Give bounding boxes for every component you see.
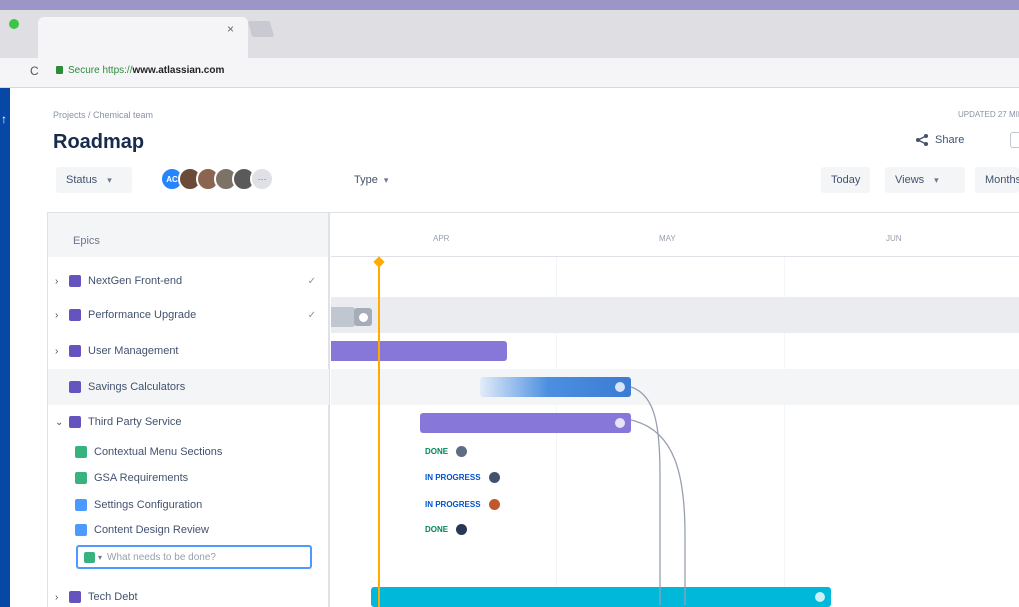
epic-label: User Management — [88, 345, 179, 357]
share-icon — [916, 134, 928, 146]
task-icon — [75, 524, 87, 536]
epic-icon — [69, 381, 81, 393]
chevron-right-icon[interactable]: › — [55, 310, 69, 321]
epic-row[interactable]: ⌄ Third Party Service — [48, 407, 329, 437]
story-icon — [75, 446, 87, 458]
epic-label: NextGen Front-end — [88, 275, 183, 287]
reload-icon[interactable]: C — [30, 64, 39, 78]
type-filter-label: Type — [354, 174, 378, 186]
type-filter[interactable]: Type ▾ — [344, 167, 398, 193]
issue-label: Settings Configuration — [94, 499, 203, 511]
epic-bar[interactable] — [331, 307, 355, 327]
status-filter[interactable]: Status ▾ — [56, 167, 132, 193]
epic-row[interactable]: › Tech Debt — [48, 582, 329, 607]
month-label: JUN — [886, 234, 902, 243]
epic-icon — [69, 309, 81, 321]
new-tab-button[interactable] — [247, 21, 275, 37]
months-label: Months — [985, 174, 1019, 186]
issue-label: Content Design Review — [94, 524, 209, 536]
views-dropdown[interactable]: Views ▾ — [885, 167, 965, 193]
bar-resize-handle[interactable] — [815, 592, 825, 602]
epic-icon — [69, 591, 81, 603]
chevron-down-icon: ▾ — [934, 174, 939, 185]
epic-row[interactable]: › User Management — [48, 336, 329, 366]
url-host: www.atlassian.com — [132, 65, 225, 76]
new-issue-input[interactable]: ▾ What needs to be done? — [76, 545, 312, 569]
issue-label: Contextual Menu Sections — [94, 446, 223, 458]
page-title: Roadmap — [53, 131, 145, 153]
status-badge: DONE — [425, 524, 468, 535]
issue-row[interactable]: Content Design Review — [48, 515, 329, 545]
issue-label: GSA Requirements — [94, 472, 189, 484]
chevron-right-icon[interactable]: › — [55, 592, 69, 603]
today-button[interactable]: Today — [821, 167, 871, 193]
check-icon: ✓ — [307, 275, 316, 287]
chevron-right-icon[interactable]: › — [55, 346, 69, 357]
chevron-down-icon[interactable]: ⌄ — [55, 417, 69, 428]
status-text: IN PROGRESS — [425, 500, 481, 509]
row-highlight — [331, 297, 1019, 333]
bar-resize-handle[interactable] — [354, 308, 372, 326]
month-label: APR — [433, 234, 450, 243]
status-text: DONE — [425, 525, 449, 534]
epic-icon — [69, 345, 81, 357]
epic-row[interactable]: Savings Calculators — [48, 372, 329, 402]
issue-row[interactable]: GSA Requirements — [48, 463, 329, 493]
status-badge: IN PROGRESS — [425, 472, 500, 483]
chevron-right-icon[interactable]: › — [55, 276, 69, 287]
epic-icon — [69, 416, 81, 428]
status-text: DONE — [425, 447, 449, 456]
window-close-dot[interactable] — [9, 19, 19, 29]
breadcrumb[interactable]: Projects / Chemical team — [53, 110, 153, 120]
today-label: Today — [831, 174, 861, 186]
add-user-icon[interactable]: ⋯ — [250, 167, 274, 191]
epic-label: Savings Calculators — [88, 381, 186, 393]
views-label: Views — [895, 174, 925, 186]
browser-tab[interactable] — [38, 17, 248, 58]
story-icon — [84, 551, 95, 563]
secure-label: Secure — [68, 65, 100, 76]
more-actions-button[interactable] — [1010, 132, 1019, 148]
url-protocol: https:// — [102, 65, 133, 76]
chevron-down-icon: ▾ — [107, 174, 112, 185]
avatar — [488, 499, 500, 510]
avatar — [456, 524, 468, 535]
status-badge: IN PROGRESS — [425, 499, 500, 510]
status-filter-label: Status — [66, 174, 98, 186]
month-label: MAY — [659, 234, 676, 243]
app-logo-icon[interactable]: ↑ — [1, 112, 7, 126]
months-dropdown[interactable]: Months — [975, 167, 1019, 193]
epic-label: Tech Debt — [88, 591, 138, 603]
epic-label: Third Party Service — [88, 416, 182, 428]
epic-bar[interactable] — [331, 341, 507, 361]
status-text: IN PROGRESS — [425, 473, 481, 482]
updated-text: UPDATED 27 MIN — [958, 110, 1019, 119]
avatar — [456, 446, 468, 457]
assignee-filter[interactable]: AC ⋯ — [160, 167, 274, 193]
share-label: Share — [935, 134, 965, 146]
check-icon: ✓ — [307, 309, 316, 321]
chevron-down-icon[interactable]: ▾ — [98, 553, 102, 562]
app-sidebar-rail — [0, 88, 10, 607]
lock-icon — [56, 66, 63, 74]
today-marker — [378, 264, 380, 607]
epic-row[interactable]: › NextGen Front-end ✓ — [48, 266, 329, 296]
roadmap-screen: × C Secure https://www.atlassian.com ↑ P… — [0, 0, 1019, 607]
chevron-down-icon: ▾ — [383, 174, 389, 185]
story-icon — [75, 472, 87, 484]
avatar — [488, 472, 500, 483]
url-text[interactable]: Secure https://www.atlassian.com — [68, 65, 224, 76]
epic-label: Performance Upgrade — [88, 309, 197, 321]
share-button[interactable]: Share — [915, 133, 964, 147]
task-icon — [75, 499, 87, 511]
tab-close-icon[interactable]: × — [227, 22, 234, 36]
dependency-line — [630, 386, 686, 605]
status-badge: DONE — [425, 446, 468, 457]
new-issue-placeholder: What needs to be done? — [107, 551, 216, 563]
epic-row[interactable]: › Performance Upgrade ✓ — [48, 300, 329, 330]
epic-icon — [69, 275, 81, 287]
